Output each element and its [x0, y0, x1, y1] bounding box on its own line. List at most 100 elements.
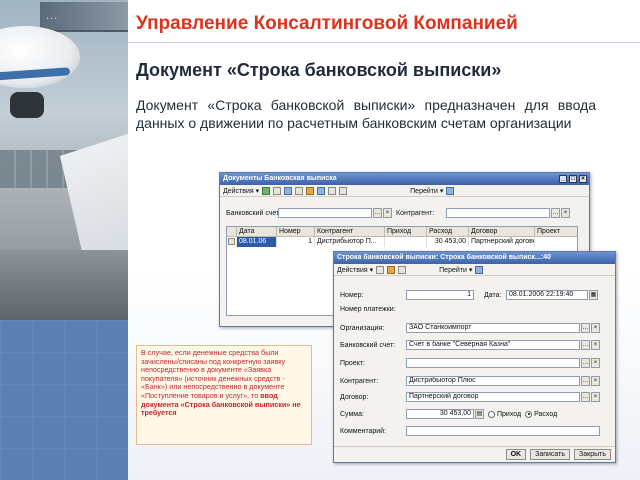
sort-icon[interactable]	[328, 186, 337, 195]
maximize-icon[interactable]: □	[569, 175, 577, 183]
table-header: Дата Номер Контрагент Приход Расход Дого…	[227, 227, 577, 237]
close-button[interactable]: Закрыть	[574, 449, 611, 460]
counterparty-field[interactable]: Дистрибьютор Плюс	[406, 376, 580, 386]
delete-icon[interactable]	[295, 186, 304, 195]
filter-icon[interactable]	[317, 186, 326, 195]
close-icon[interactable]: ×	[579, 175, 587, 183]
tarmac	[0, 250, 128, 320]
post-icon[interactable]	[306, 186, 315, 195]
document-icon	[227, 237, 237, 247]
bank-account-filter: Банковский счет: … × Контрагент: … ×	[226, 208, 570, 218]
form-window-title: Строка банковской выписки: Строка банков…	[337, 254, 551, 261]
help-icon[interactable]	[475, 265, 484, 274]
select-icon[interactable]: …	[581, 376, 590, 386]
contract-field[interactable]: Партнерский договор	[406, 392, 580, 402]
minimize-icon[interactable]: _	[559, 175, 567, 183]
refresh-icon[interactable]	[339, 186, 348, 195]
expense-radio[interactable]	[525, 410, 533, 418]
number-field[interactable]: 1	[406, 290, 474, 300]
bank-account-label: Банковский счет:	[340, 341, 396, 349]
column-header[interactable]: Дата	[237, 227, 277, 237]
goto-menu[interactable]: Перейти ▾	[439, 266, 472, 274]
bank-account-field[interactable]: Счет в банке "Северная Казна"	[406, 340, 580, 350]
save-button[interactable]: Записать	[530, 449, 571, 460]
clear-icon[interactable]: ×	[591, 376, 600, 386]
help-icon[interactable]	[446, 186, 455, 195]
ok-button[interactable]: OK	[505, 449, 527, 460]
counterparty-filter-label: Контрагент:	[396, 209, 435, 217]
project-field[interactable]	[406, 358, 580, 368]
post-icon[interactable]	[387, 265, 396, 274]
counterparty-filter-input[interactable]	[446, 208, 550, 218]
column-header[interactable]: Контрагент	[315, 227, 385, 237]
form-toolbar: Действия ▾ Перейти ▾	[334, 264, 615, 276]
amount-row: Сумма: 30 453,00 ▤ Приход Расход	[340, 409, 557, 419]
select-icon[interactable]: …	[581, 323, 590, 333]
form-window-titlebar[interactable]: Строка банковской выписки: Строка банков…	[334, 252, 615, 264]
counterparty-label: Контрагент:	[340, 377, 379, 385]
payment-number-label: Номер платежки:	[340, 305, 396, 313]
clear-icon[interactable]: ×	[561, 208, 570, 218]
cell-date[interactable]: 08.01.06	[237, 237, 277, 247]
select-icon[interactable]: …	[373, 208, 382, 218]
column-header[interactable]: Договор	[469, 227, 535, 237]
income-radio-label[interactable]: Приход	[497, 411, 521, 418]
date-label: Дата:	[484, 291, 502, 299]
select-icon[interactable]: …	[581, 340, 590, 350]
list-window-titlebar[interactable]: Документы Банковская выписка _ □ ×	[220, 173, 589, 185]
organization-label: Организация:	[340, 324, 385, 332]
slide-description: Документ «Строка банковской выписки» пре…	[136, 97, 596, 131]
panel-grid	[0, 320, 128, 480]
comment-field[interactable]	[406, 426, 600, 436]
clear-icon[interactable]: ×	[383, 208, 392, 218]
comment-label: Комментарий:	[340, 427, 387, 435]
contract-row: Договор: Партнерский договор … ×	[340, 392, 600, 402]
cell-number[interactable]: 1	[277, 237, 315, 247]
column-header[interactable]: Проект	[535, 227, 577, 237]
expense-radio-label[interactable]: Расход	[534, 411, 557, 418]
clear-icon[interactable]: ×	[591, 392, 600, 402]
cell-income[interactable]	[385, 237, 427, 247]
column-header[interactable]: Приход	[385, 227, 427, 237]
bank-account-filter-label: Банковский счет:	[226, 209, 282, 217]
slide-subtitle: Документ «Строка банковской выписки»	[136, 60, 502, 80]
clear-icon[interactable]: ×	[591, 323, 600, 333]
organization-field[interactable]: ЗАО Станкоимпорт	[406, 323, 580, 333]
actions-menu[interactable]: Действия ▾	[223, 187, 259, 195]
save-icon[interactable]	[376, 265, 385, 274]
counterparty-row: Контрагент: Дистрибьютор Плюс … ×	[340, 376, 600, 386]
add-icon[interactable]	[262, 186, 271, 195]
table-row[interactable]: 08.01.06 1 Дистрибьютор П... 30 453,00 П…	[227, 237, 577, 247]
airplane-engine	[10, 92, 44, 118]
column-header[interactable]: Расход	[427, 227, 469, 237]
list-toolbar: Действия ▾ Перейти ▾	[220, 185, 589, 197]
bank-account-filter-input[interactable]	[278, 208, 372, 218]
info-note: В случае, если денежные средства были за…	[136, 345, 312, 445]
copy-icon[interactable]	[273, 186, 282, 195]
payment-number-field[interactable]	[406, 304, 474, 314]
calculator-icon[interactable]: ▤	[475, 409, 484, 419]
edit-icon[interactable]	[284, 186, 293, 195]
amount-field[interactable]: 30 453,00	[406, 409, 474, 419]
cell-expense[interactable]: 30 453,00	[427, 237, 469, 247]
print-icon[interactable]	[398, 265, 407, 274]
actions-menu[interactable]: Действия ▾	[337, 266, 373, 274]
project-label: Проект:	[340, 359, 366, 367]
clear-icon[interactable]: ×	[591, 358, 600, 368]
select-icon[interactable]: …	[581, 358, 590, 368]
cell-contract[interactable]: Партнерский договор	[469, 237, 535, 247]
cell-project[interactable]	[535, 237, 577, 247]
photo-sign-text: ...	[46, 10, 59, 22]
calendar-icon[interactable]: ▦	[589, 290, 598, 300]
goto-menu[interactable]: Перейти ▾	[410, 187, 443, 195]
select-icon[interactable]: …	[551, 208, 560, 218]
amount-label: Сумма:	[340, 410, 364, 418]
table-icon-column	[227, 227, 237, 237]
income-radio[interactable]	[488, 410, 495, 418]
column-header[interactable]: Номер	[277, 227, 315, 237]
clear-icon[interactable]: ×	[591, 340, 600, 350]
date-field[interactable]: 08.01.2006 22:19:40	[506, 290, 588, 300]
cell-counterparty[interactable]: Дистрибьютор П...	[315, 237, 385, 247]
select-icon[interactable]: …	[581, 392, 590, 402]
bank-account-row: Банковский счет: Счет в банке "Северная …	[340, 340, 600, 350]
